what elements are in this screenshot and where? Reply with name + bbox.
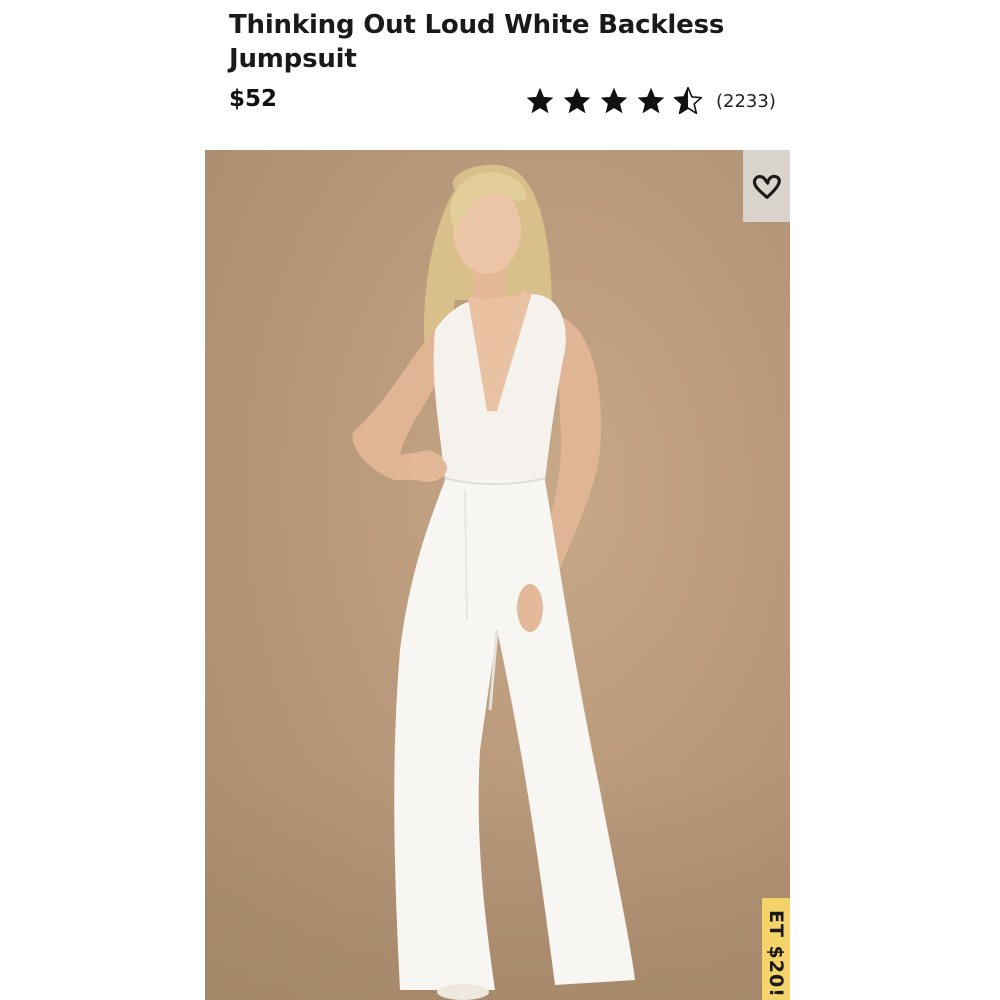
rating-stars <box>524 85 704 117</box>
star-full-icon <box>637 87 665 114</box>
star-full-icon <box>600 87 628 114</box>
star-half-icon <box>673 86 703 115</box>
star-full-icon <box>526 87 554 114</box>
star-full-icon <box>563 87 591 114</box>
product-price: $52 <box>229 86 278 112</box>
heart-icon <box>752 174 781 199</box>
promo-tab[interactable]: ET $20! <box>762 898 790 1000</box>
product-title: Thinking Out Loud White Backless Jumpsui… <box>229 10 725 74</box>
rating-summary[interactable]: (2233) <box>524 84 776 118</box>
promo-tab-label: ET $20! <box>765 910 787 998</box>
favorite-button[interactable] <box>743 150 790 222</box>
product-image[interactable] <box>205 150 790 1000</box>
review-count[interactable]: (2233) <box>716 91 776 112</box>
model-figure <box>352 164 635 1000</box>
